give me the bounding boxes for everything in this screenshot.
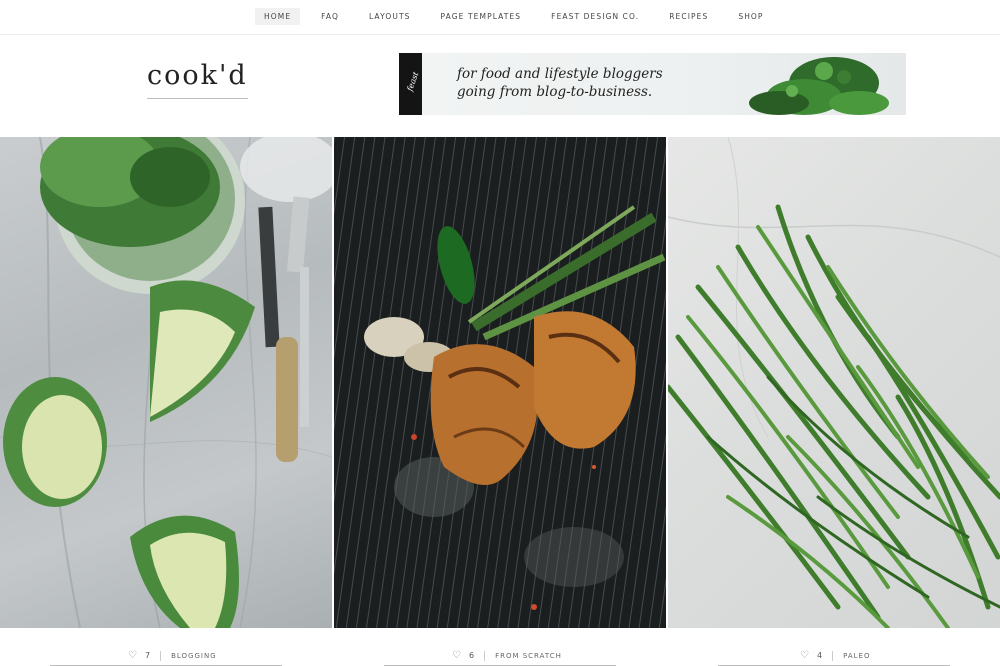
nav-item-feast-design-co[interactable]: FEAST DESIGN CO. bbox=[542, 8, 648, 25]
post-image-cabbage[interactable] bbox=[0, 137, 332, 628]
like-count: 4 bbox=[816, 651, 824, 660]
logo-underline bbox=[147, 98, 248, 99]
heart-icon[interactable]: ♡ bbox=[128, 650, 138, 661]
post-meta-2: ♡ 6 FROM SCRATCH bbox=[334, 640, 666, 666]
nav-item-page-templates[interactable]: PAGE TEMPLATES bbox=[432, 8, 531, 25]
post-meta-1: ♡ 7 BLOGGING bbox=[0, 640, 332, 666]
meta-separator bbox=[832, 650, 834, 661]
grill-photo-icon bbox=[334, 137, 666, 628]
heart-icon[interactable]: ♡ bbox=[452, 650, 462, 661]
nav-item-layouts[interactable]: LAYOUTS bbox=[360, 8, 420, 25]
top-navigation: HOME FAQ LAYOUTS PAGE TEMPLATES FEAST DE… bbox=[0, 0, 1000, 35]
nav-menu: HOME FAQ LAYOUTS PAGE TEMPLATES FEAST DE… bbox=[255, 8, 785, 25]
post-image-green-beans[interactable] bbox=[668, 137, 1000, 628]
nav-item-faq[interactable]: FAQ bbox=[312, 8, 348, 25]
like-count: 6 bbox=[468, 651, 476, 660]
feast-logo-icon: feast bbox=[405, 70, 421, 93]
post-meta-3: ♡ 4 PALEO bbox=[668, 640, 1000, 666]
post-category[interactable]: BLOGGING bbox=[171, 652, 217, 660]
header-banner-ad[interactable]: feast for food and lifestyle bloggers go… bbox=[399, 53, 906, 115]
banner-tagline: for food and lifestyle bloggers going fr… bbox=[457, 65, 663, 101]
banner-brand-strip: feast bbox=[399, 53, 422, 115]
nav-item-home[interactable]: HOME bbox=[255, 8, 301, 25]
like-count: 7 bbox=[144, 651, 152, 660]
site-logo[interactable]: cook'd bbox=[147, 60, 248, 91]
nav-item-recipes[interactable]: RECIPES bbox=[660, 8, 717, 25]
post-category[interactable]: FROM SCRATCH bbox=[495, 652, 562, 660]
post-category[interactable]: PALEO bbox=[843, 652, 870, 660]
nav-item-shop[interactable]: SHOP bbox=[729, 8, 772, 25]
banner-line-1: for food and lifestyle bloggers bbox=[457, 66, 663, 82]
cabbage-photo-icon bbox=[0, 137, 332, 628]
green-beans-photo-icon bbox=[668, 137, 1000, 628]
meta-separator bbox=[160, 650, 162, 661]
heart-icon[interactable]: ♡ bbox=[800, 650, 810, 661]
meta-separator bbox=[484, 650, 486, 661]
banner-line-2: going from blog-to-business. bbox=[457, 84, 653, 100]
kale-image-icon bbox=[749, 57, 889, 115]
post-image-grill[interactable] bbox=[334, 137, 666, 628]
